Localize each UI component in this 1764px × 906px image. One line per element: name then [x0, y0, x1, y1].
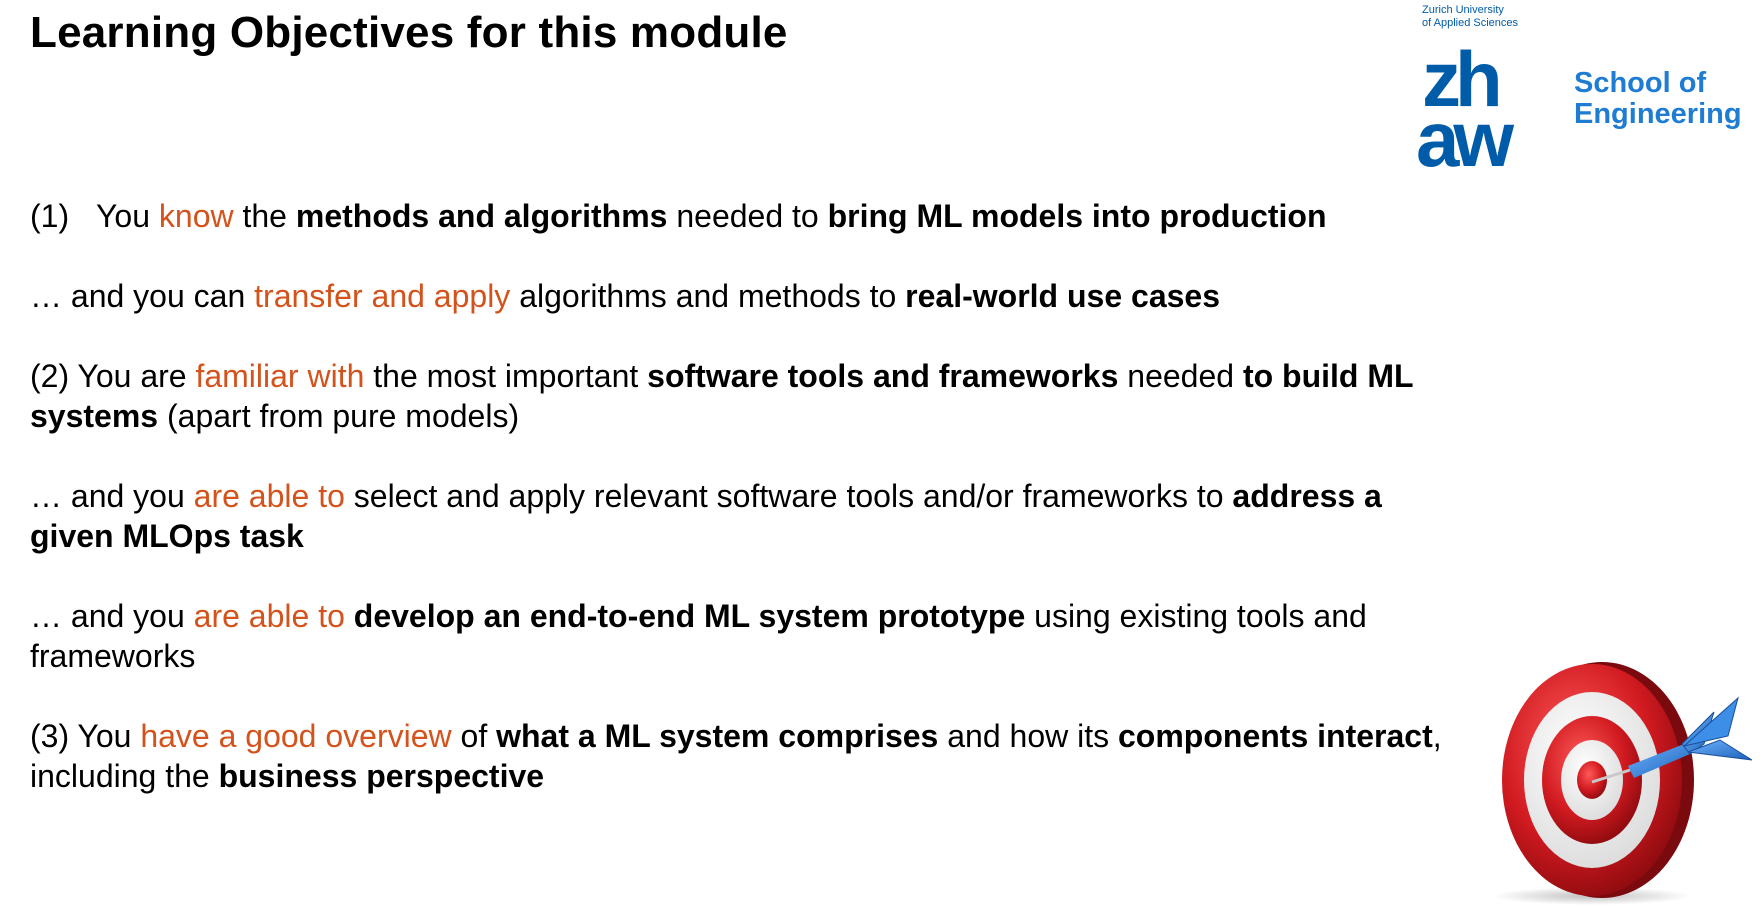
objective-text: (apart from pure models) — [158, 398, 520, 434]
objective-paragraph: … and you are able to develop an end-to-… — [30, 596, 1450, 676]
objective-key-phrase: software tools and frameworks — [647, 358, 1119, 394]
objective-text: and how its — [938, 718, 1118, 754]
slide-title: Learning Objectives for this module — [30, 8, 788, 57]
objective-text: the — [233, 198, 296, 234]
objective-text — [345, 598, 354, 634]
objective-text: algorithms and methods to — [510, 278, 906, 314]
objective-key-phrase: develop an end-to-end ML system prototyp… — [353, 598, 1026, 634]
objective-text: needed to — [667, 198, 828, 234]
objective-number: (1) — [30, 198, 70, 234]
objective-paragraph: (3) You have a good overview of what a M… — [30, 716, 1450, 796]
zhaw-mark-icon: zh aw — [1416, 44, 1520, 174]
university-name-line2: of Applied Sciences — [1422, 17, 1519, 29]
objective-text: … and you — [30, 478, 194, 514]
objective-text: (3) You — [30, 718, 141, 754]
objective-key-phrase: methods and algorithms — [295, 198, 668, 234]
objective-text: the most important — [364, 358, 648, 394]
learning-objectives-list: (1) You know the methods and algorithms n… — [30, 196, 1450, 836]
objective-text: (2) You are — [30, 358, 196, 394]
zhaw-logo: Zurich University of Applied Sciences zh… — [1416, 4, 1750, 194]
objective-paragraph: … and you can transfer and apply algorit… — [30, 276, 1450, 316]
school-name-line2: Engineering — [1574, 98, 1742, 130]
objective-paragraph: (2) You are familiar with the most impor… — [30, 356, 1450, 436]
objective-competence-verb: transfer and apply — [254, 278, 511, 314]
dartboard-target-icon — [1492, 662, 1753, 905]
school-name: School of Engineering — [1574, 68, 1742, 130]
university-name: Zurich University of Applied Sciences — [1422, 4, 1518, 30]
university-name-line1: Zurich University — [1422, 4, 1504, 16]
objective-text: of — [451, 718, 497, 754]
objective-key-phrase: components interact — [1118, 718, 1433, 754]
objective-competence-verb: are able to — [193, 598, 345, 634]
objective-competence-verb: have a good overview — [140, 718, 452, 754]
objective-text: … and you can — [30, 278, 255, 314]
objective-key-phrase: real-world use cases — [905, 278, 1220, 314]
objective-key-phrase: business perspective — [218, 758, 545, 794]
zhaw-mark-line2: aw — [1416, 95, 1514, 174]
objective-text: … and you — [30, 598, 194, 634]
objective-competence-verb: know — [158, 198, 234, 234]
objective-paragraph: (1) You know the methods and algorithms n… — [30, 196, 1450, 236]
objective-text: You — [96, 198, 159, 234]
objective-key-phrase: bring ML models into production — [827, 198, 1327, 234]
objective-competence-verb: are able to — [193, 478, 345, 514]
objective-paragraph: … and you are able to select and apply r… — [30, 476, 1450, 556]
objective-text: needed — [1118, 358, 1243, 394]
objective-competence-verb: familiar with — [195, 358, 365, 394]
objective-key-phrase: what a ML system comprises — [496, 718, 939, 754]
objective-text: select and apply relevant software tools… — [344, 478, 1233, 514]
school-name-line1: School of — [1574, 67, 1707, 99]
